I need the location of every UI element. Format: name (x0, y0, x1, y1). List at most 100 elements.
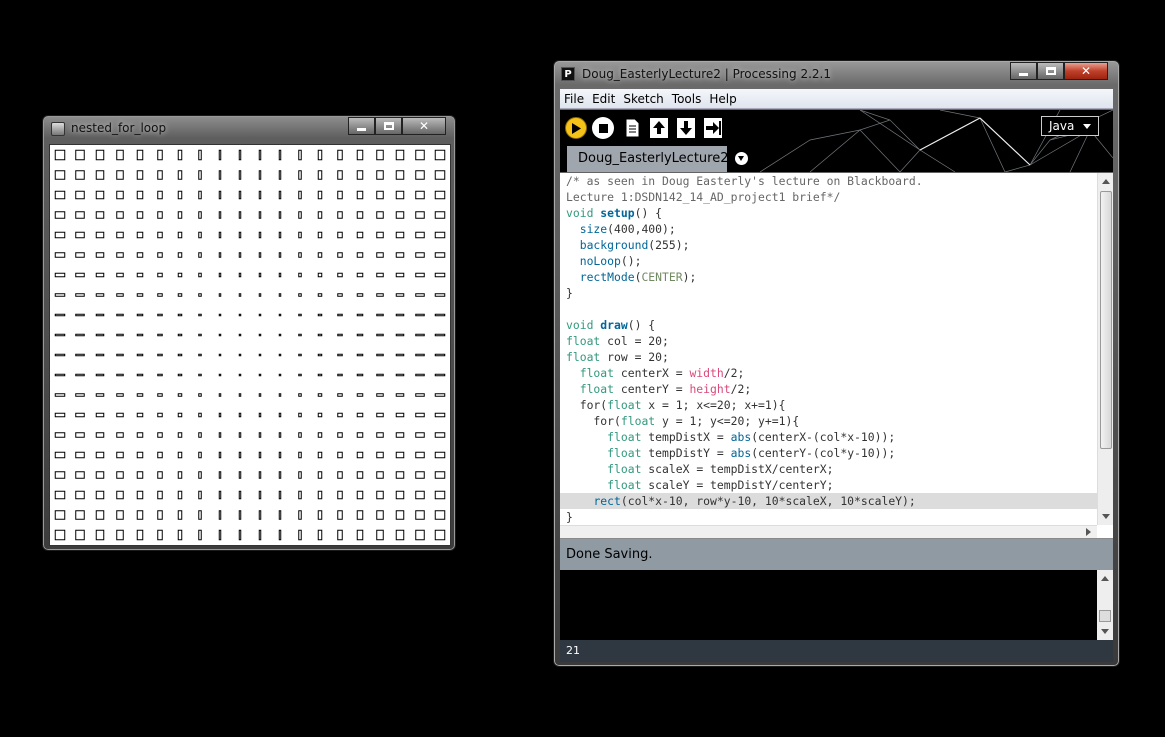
code-line[interactable]: float scaleY = tempDistY/centerY; (560, 477, 1097, 493)
menu-file[interactable]: File (560, 92, 588, 106)
code-line[interactable]: } (560, 509, 1097, 525)
grid-rect (298, 393, 302, 397)
maximize-button[interactable] (375, 117, 402, 135)
grid-rect (337, 451, 343, 459)
grid-rect (337, 490, 343, 500)
vertical-scrollbar[interactable] (1097, 173, 1113, 525)
grid-rect (356, 412, 364, 418)
scroll-up-icon[interactable] (1101, 576, 1109, 581)
grid-rect (278, 490, 282, 500)
code-line[interactable]: float tempDistY = abs(centerY-(col*y-10)… (560, 445, 1097, 461)
grid-rect (218, 490, 222, 500)
code-line[interactable]: float centerX = width/2; (560, 365, 1097, 381)
scroll-right-icon[interactable] (1086, 528, 1091, 536)
export-button[interactable] (702, 117, 724, 139)
code-area[interactable]: /* as seen in Doug Easterly's lecture on… (560, 173, 1097, 525)
scroll-down-icon[interactable] (1102, 514, 1110, 519)
grid-rect (54, 451, 66, 459)
grid-rect (136, 471, 144, 479)
code-line[interactable]: void setup() { (560, 205, 1097, 221)
menu-edit[interactable]: Edit (588, 92, 619, 106)
grid-rect (415, 393, 425, 397)
grid-rect (238, 529, 242, 541)
code-line[interactable]: for(float y = 1; y<=20; y+=1){ (560, 413, 1097, 429)
minimize-button[interactable] (1010, 62, 1037, 80)
grid-rect (54, 412, 66, 418)
mode-dropdown[interactable]: Java (1041, 116, 1099, 136)
code-line[interactable]: size(400,400); (560, 221, 1097, 237)
grid-rect (376, 272, 384, 278)
grid-rect (395, 393, 405, 397)
code-line[interactable]: void draw() { (560, 317, 1097, 333)
maximize-button[interactable] (1037, 62, 1064, 80)
grid-rect (278, 510, 282, 520)
sketch-canvas[interactable] (49, 144, 451, 546)
grid-rect (157, 373, 163, 377)
scroll-thumb[interactable] (1100, 191, 1112, 449)
code-line[interactable]: float centerY = height/2; (560, 381, 1097, 397)
grid-rect (95, 252, 105, 258)
grid-rect (376, 231, 384, 239)
open-button[interactable] (648, 117, 670, 139)
grid-rect (218, 333, 222, 337)
scroll-up-icon[interactable] (1102, 179, 1110, 184)
new-button[interactable] (621, 117, 643, 139)
grid-rect (298, 510, 302, 520)
grid-rect (278, 211, 282, 219)
grid-rect (317, 451, 323, 459)
close-button[interactable]: ✕ (402, 117, 446, 135)
line-number-bar: 21 (560, 640, 1113, 662)
tab-menu-button[interactable] (735, 152, 748, 165)
scroll-down-icon[interactable] (1101, 629, 1109, 634)
console[interactable] (560, 570, 1113, 640)
grid-rect (198, 529, 202, 541)
code-line[interactable]: noLoop(); (560, 253, 1097, 269)
code-line[interactable]: /* as seen in Doug Easterly's lecture on… (560, 173, 1097, 189)
minimize-icon (1019, 72, 1028, 76)
grid-rect (434, 393, 446, 397)
tab-sketch[interactable]: Doug_EasterlyLecture2 (567, 146, 728, 172)
grid-rect (298, 529, 302, 541)
code-line[interactable]: Lecture 1:DSDN142_14_AD_project1 brief*/ (560, 189, 1097, 205)
menu-sketch[interactable]: Sketch (619, 92, 667, 106)
scroll-thumb[interactable] (1099, 610, 1111, 622)
code-line[interactable]: float tempDistX = abs(centerX-(col*x-10)… (560, 429, 1097, 445)
code-line[interactable]: float scaleX = tempDistX/centerX; (560, 461, 1097, 477)
grid-rect (415, 510, 425, 520)
code-line[interactable]: rect(col*x-10, row*y-10, 10*scaleX, 10*s… (560, 493, 1097, 509)
grid-rect (258, 313, 262, 317)
grid-rect (278, 231, 282, 239)
code-line[interactable]: rectMode(CENTER); (560, 269, 1097, 285)
menu-help[interactable]: Help (705, 92, 740, 106)
grid-rect (218, 529, 222, 541)
grid-rect (218, 190, 222, 200)
horizontal-scrollbar[interactable] (560, 525, 1097, 538)
run-button[interactable] (565, 117, 587, 139)
code-line[interactable]: float col = 20; (560, 333, 1097, 349)
grid-rect (337, 252, 343, 258)
grid-rect (198, 293, 202, 297)
code-line[interactable]: float row = 20; (560, 349, 1097, 365)
code-line[interactable]: background(255); (560, 237, 1097, 253)
code-line[interactable]: } (560, 285, 1097, 301)
console-scrollbar[interactable] (1097, 570, 1113, 640)
menu-tools[interactable]: Tools (668, 92, 706, 106)
grid-rect (198, 393, 202, 397)
grid-rect (317, 412, 323, 418)
grid-rect (54, 293, 66, 297)
code-line[interactable] (560, 301, 1097, 317)
grid-rect (177, 231, 183, 239)
code-line[interactable]: for(float x = 1; x<=20; x+=1){ (560, 397, 1097, 413)
grid-rect (177, 373, 183, 377)
close-button[interactable]: ✕ (1064, 62, 1108, 80)
minimize-button[interactable] (348, 117, 375, 135)
code-editor[interactable]: /* as seen in Doug Easterly's lecture on… (560, 173, 1113, 538)
save-button[interactable] (675, 117, 697, 139)
grid-rect (95, 272, 105, 278)
menu-bar: File Edit Sketch Tools Help (560, 89, 1113, 109)
grid-rect (356, 252, 364, 258)
grid-rect (258, 190, 262, 200)
grid-rect (75, 373, 85, 377)
grid-rect (177, 170, 183, 180)
stop-button[interactable] (592, 117, 614, 139)
